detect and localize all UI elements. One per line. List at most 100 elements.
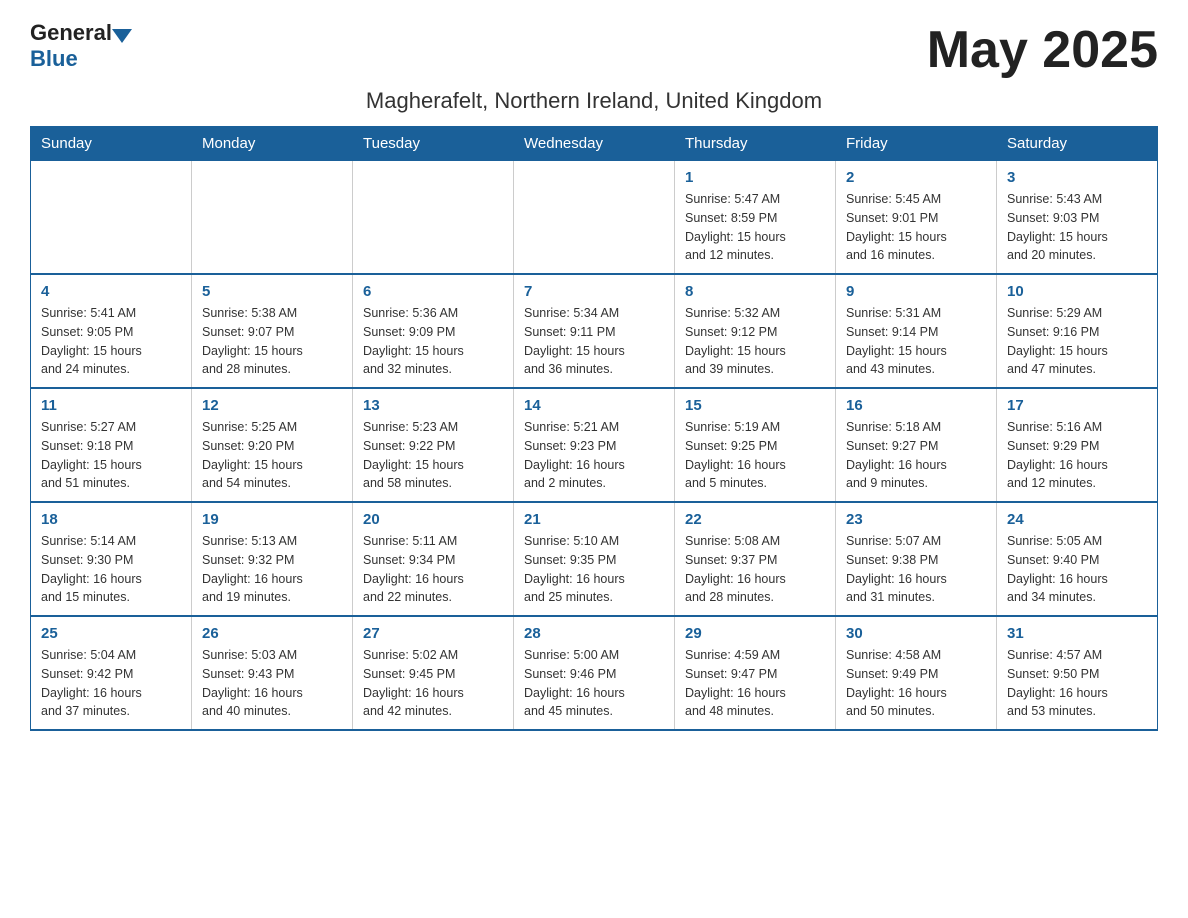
calendar-cell: 19 Sunrise: 5:13 AMSunset: 9:32 PMDayligh…: [192, 502, 353, 616]
day-info: Sunrise: 5:25 AMSunset: 9:20 PMDaylight:…: [202, 418, 342, 493]
calendar-cell: 12 Sunrise: 5:25 AMSunset: 9:20 PMDayligh…: [192, 388, 353, 502]
day-number: 29: [685, 625, 825, 642]
calendar-cell: 14 Sunrise: 5:21 AMSunset: 9:23 PMDayligh…: [514, 388, 675, 502]
day-info: Sunrise: 5:07 AMSunset: 9:38 PMDaylight:…: [846, 532, 986, 607]
day-info: Sunrise: 5:14 AMSunset: 9:30 PMDaylight:…: [41, 532, 181, 607]
day-info: Sunrise: 4:58 AMSunset: 9:49 PMDaylight:…: [846, 646, 986, 721]
day-info: Sunrise: 5:45 AMSunset: 9:01 PMDaylight:…: [846, 190, 986, 265]
header-wednesday: Wednesday: [514, 127, 675, 161]
day-number: 27: [363, 625, 503, 642]
calendar-cell: 23 Sunrise: 5:07 AMSunset: 9:38 PMDayligh…: [836, 502, 997, 616]
day-number: 13: [363, 397, 503, 414]
day-number: 11: [41, 397, 181, 414]
day-number: 5: [202, 283, 342, 300]
day-number: 14: [524, 397, 664, 414]
day-info: Sunrise: 5:29 AMSunset: 9:16 PMDaylight:…: [1007, 304, 1147, 379]
day-number: 12: [202, 397, 342, 414]
day-number: 15: [685, 397, 825, 414]
day-info: Sunrise: 5:43 AMSunset: 9:03 PMDaylight:…: [1007, 190, 1147, 265]
weekday-header-row: Sunday Monday Tuesday Wednesday Thursday…: [31, 127, 1158, 161]
calendar-body: 1Sunrise: 5:47 AMSunset: 8:59 PMDaylight…: [31, 161, 1158, 731]
calendar-cell: 5 Sunrise: 5:38 AMSunset: 9:07 PMDaylight…: [192, 274, 353, 388]
day-info: Sunrise: 4:57 AMSunset: 9:50 PMDaylight:…: [1007, 646, 1147, 721]
day-info: Sunrise: 5:13 AMSunset: 9:32 PMDaylight:…: [202, 532, 342, 607]
day-number: 4: [41, 283, 181, 300]
calendar-cell: [514, 161, 675, 275]
day-info: Sunrise: 4:59 AMSunset: 9:47 PMDaylight:…: [685, 646, 825, 721]
day-number: 10: [1007, 283, 1147, 300]
day-number: 30: [846, 625, 986, 642]
calendar-header: Sunday Monday Tuesday Wednesday Thursday…: [31, 127, 1158, 161]
calendar-week-row: 1Sunrise: 5:47 AMSunset: 8:59 PMDaylight…: [31, 161, 1158, 275]
calendar-cell: [353, 161, 514, 275]
header-tuesday: Tuesday: [353, 127, 514, 161]
day-info: Sunrise: 5:34 AMSunset: 9:11 PMDaylight:…: [524, 304, 664, 379]
calendar-cell: [192, 161, 353, 275]
day-number: 25: [41, 625, 181, 642]
day-info: Sunrise: 5:36 AMSunset: 9:09 PMDaylight:…: [363, 304, 503, 379]
day-number: 24: [1007, 511, 1147, 528]
calendar-cell: 1Sunrise: 5:47 AMSunset: 8:59 PMDaylight…: [675, 161, 836, 275]
calendar-cell: 21 Sunrise: 5:10 AMSunset: 9:35 PMDayligh…: [514, 502, 675, 616]
calendar-cell: 7 Sunrise: 5:34 AMSunset: 9:11 PMDaylight…: [514, 274, 675, 388]
calendar-cell: 18 Sunrise: 5:14 AMSunset: 9:30 PMDayligh…: [31, 502, 192, 616]
day-number: 7: [524, 283, 664, 300]
day-info: Sunrise: 5:02 AMSunset: 9:45 PMDaylight:…: [363, 646, 503, 721]
calendar-cell: 17 Sunrise: 5:16 AMSunset: 9:29 PMDayligh…: [997, 388, 1158, 502]
calendar-cell: 2 Sunrise: 5:45 AMSunset: 9:01 PMDaylight…: [836, 161, 997, 275]
calendar-cell: 4Sunrise: 5:41 AMSunset: 9:05 PMDaylight…: [31, 274, 192, 388]
calendar-cell: 27 Sunrise: 5:02 AMSunset: 9:45 PMDayligh…: [353, 616, 514, 730]
calendar-week-row: 11 Sunrise: 5:27 AMSunset: 9:18 PMDayligh…: [31, 388, 1158, 502]
calendar-cell: 16 Sunrise: 5:18 AMSunset: 9:27 PMDayligh…: [836, 388, 997, 502]
day-info: Sunrise: 5:21 AMSunset: 9:23 PMDaylight:…: [524, 418, 664, 493]
calendar-table: Sunday Monday Tuesday Wednesday Thursday…: [30, 126, 1158, 731]
day-info: Sunrise: 5:27 AMSunset: 9:18 PMDaylight:…: [41, 418, 181, 493]
calendar-cell: 20Sunrise: 5:11 AMSunset: 9:34 PMDayligh…: [353, 502, 514, 616]
day-number: 23: [846, 511, 986, 528]
day-number: 20: [363, 511, 503, 528]
calendar-cell: 30 Sunrise: 4:58 AMSunset: 9:49 PMDayligh…: [836, 616, 997, 730]
calendar-week-row: 18 Sunrise: 5:14 AMSunset: 9:30 PMDayligh…: [31, 502, 1158, 616]
day-info: Sunrise: 5:08 AMSunset: 9:37 PMDaylight:…: [685, 532, 825, 607]
day-number: 31: [1007, 625, 1147, 642]
day-number: 18: [41, 511, 181, 528]
calendar-week-row: 25 Sunrise: 5:04 AMSunset: 9:42 PMDayligh…: [31, 616, 1158, 730]
calendar-week-row: 4Sunrise: 5:41 AMSunset: 9:05 PMDaylight…: [31, 274, 1158, 388]
day-info: Sunrise: 5:04 AMSunset: 9:42 PMDaylight:…: [41, 646, 181, 721]
logo-general: General: [30, 20, 112, 46]
header-sunday: Sunday: [31, 127, 192, 161]
calendar-cell: 6 Sunrise: 5:36 AMSunset: 9:09 PMDaylight…: [353, 274, 514, 388]
month-title: May 2025: [927, 20, 1158, 80]
day-number: 6: [363, 283, 503, 300]
day-number: 16: [846, 397, 986, 414]
header-saturday: Saturday: [997, 127, 1158, 161]
logo: General Blue: [30, 20, 132, 72]
day-number: 17: [1007, 397, 1147, 414]
day-info: Sunrise: 5:03 AMSunset: 9:43 PMDaylight:…: [202, 646, 342, 721]
day-info: Sunrise: 5:19 AMSunset: 9:25 PMDaylight:…: [685, 418, 825, 493]
day-number: 8: [685, 283, 825, 300]
logo-arrow-icon: [112, 29, 132, 43]
calendar-cell: 24 Sunrise: 5:05 AMSunset: 9:40 PMDayligh…: [997, 502, 1158, 616]
day-number: 19: [202, 511, 342, 528]
day-number: 9: [846, 283, 986, 300]
calendar-cell: 10 Sunrise: 5:29 AMSunset: 9:16 PMDayligh…: [997, 274, 1158, 388]
day-info: Sunrise: 5:05 AMSunset: 9:40 PMDaylight:…: [1007, 532, 1147, 607]
location-subtitle: Magherafelt, Northern Ireland, United Ki…: [30, 88, 1158, 114]
day-info: Sunrise: 5:31 AMSunset: 9:14 PMDaylight:…: [846, 304, 986, 379]
day-number: 21: [524, 511, 664, 528]
day-info: Sunrise: 5:23 AMSunset: 9:22 PMDaylight:…: [363, 418, 503, 493]
calendar-cell: 25 Sunrise: 5:04 AMSunset: 9:42 PMDayligh…: [31, 616, 192, 730]
day-info: Sunrise: 5:47 AMSunset: 8:59 PMDaylight:…: [685, 190, 825, 265]
day-number: 26: [202, 625, 342, 642]
page-header: General Blue May 2025: [30, 20, 1158, 80]
day-info: Sunrise: 5:10 AMSunset: 9:35 PMDaylight:…: [524, 532, 664, 607]
day-number: 2: [846, 169, 986, 186]
calendar-cell: 31 Sunrise: 4:57 AMSunset: 9:50 PMDayligh…: [997, 616, 1158, 730]
day-info: Sunrise: 5:16 AMSunset: 9:29 PMDaylight:…: [1007, 418, 1147, 493]
day-info: Sunrise: 5:18 AMSunset: 9:27 PMDaylight:…: [846, 418, 986, 493]
day-info: Sunrise: 5:00 AMSunset: 9:46 PMDaylight:…: [524, 646, 664, 721]
day-info: Sunrise: 5:38 AMSunset: 9:07 PMDaylight:…: [202, 304, 342, 379]
calendar-cell: 11 Sunrise: 5:27 AMSunset: 9:18 PMDayligh…: [31, 388, 192, 502]
day-number: 28: [524, 625, 664, 642]
